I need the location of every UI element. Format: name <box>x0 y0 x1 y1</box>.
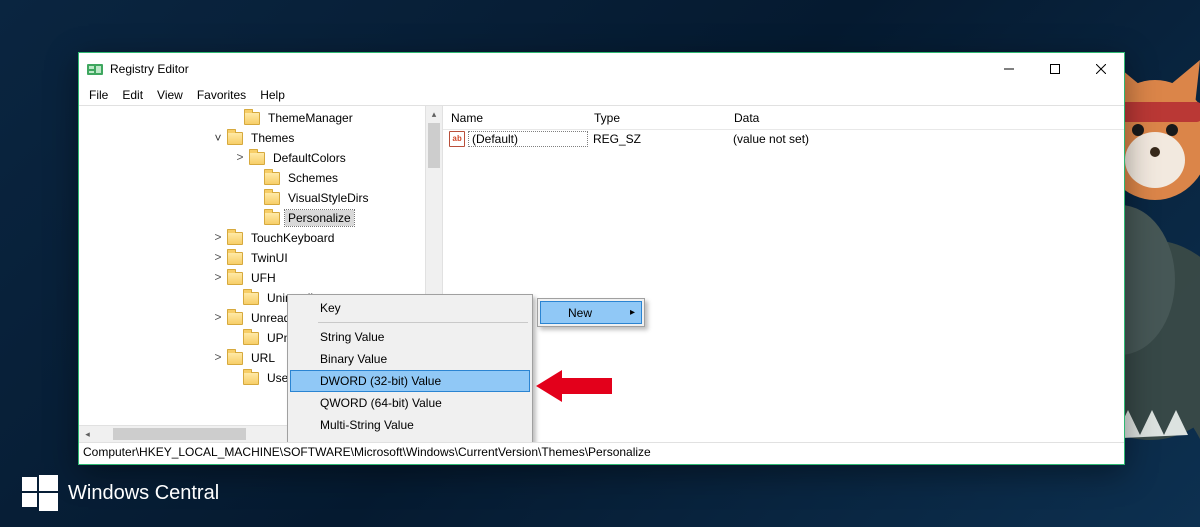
chevron-right-icon[interactable]: > <box>211 271 225 285</box>
context-menu-new: New ▸ <box>537 298 645 327</box>
ctx-item-label: New <box>568 306 592 320</box>
statusbar-path: Computer\HKEY_LOCAL_MACHINE\SOFTWARE\Mic… <box>79 442 1124 464</box>
reg-string-icon: ab <box>449 131 465 147</box>
ctx-item-label: String Value <box>320 330 384 344</box>
folder-icon <box>227 252 243 265</box>
folder-icon <box>249 152 265 165</box>
folder-icon <box>227 232 243 245</box>
menubar: File Edit View Favorites Help <box>79 84 1124 105</box>
chevron-right-icon[interactable]: > <box>211 311 225 325</box>
context-menu-new-types: Key String Value Binary Value DWORD (32-bit… <box>287 294 533 442</box>
scroll-left-arrow-icon[interactable]: ◂ <box>79 429 96 440</box>
menu-view[interactable]: View <box>150 86 190 104</box>
ctx-item-label: DWORD (32-bit) Value <box>320 374 441 388</box>
regedit-icon <box>87 61 103 77</box>
ctx-item-string-value[interactable]: String Value <box>290 326 530 348</box>
tree-node-label: Schemes <box>285 170 341 186</box>
tree-node-label: UFH <box>248 270 279 286</box>
tree-node-themes[interactable]: ˅ Themes <box>79 128 425 148</box>
menu-help[interactable]: Help <box>253 86 292 104</box>
menu-edit[interactable]: Edit <box>115 86 150 104</box>
watermark-text: Windows Central <box>68 482 219 505</box>
ctx-item-label: Multi-String Value <box>320 418 414 432</box>
tree-node-label: DefaultColors <box>270 150 349 166</box>
ctx-item-dword-32-bit-value[interactable]: DWORD (32-bit) Value <box>290 370 530 392</box>
ctx-item-new[interactable]: New ▸ <box>540 301 642 324</box>
value-type: REG_SZ <box>587 132 727 146</box>
list-body[interactable]: ab (Default)REG_SZ(value not set) <box>443 130 1124 148</box>
tree-node-label: VisualStyleDirs <box>285 190 371 206</box>
scroll-thumb[interactable] <box>428 123 440 168</box>
tree-node-personalize[interactable]: Personalize <box>79 208 425 228</box>
tree-node-label: Themes <box>248 130 297 146</box>
tree-node-visualstyledirs[interactable]: VisualStyleDirs <box>79 188 425 208</box>
tree-node-label: URL <box>248 350 278 366</box>
ctx-item-label: QWORD (64-bit) Value <box>320 396 442 410</box>
folder-icon <box>264 172 280 185</box>
folder-icon <box>243 372 259 385</box>
ctx-separator <box>318 322 528 323</box>
folder-icon <box>227 272 243 285</box>
tree-node-twinui[interactable]: > TwinUI <box>79 248 425 268</box>
ctx-item-expandable-string-value[interactable]: Expandable String Value <box>290 436 530 442</box>
col-header-type[interactable]: Type <box>586 111 726 125</box>
registry-editor-window: Registry Editor File Edit View Favorites… <box>78 52 1125 465</box>
tree-node-thememanager[interactable]: ThemeManager <box>79 108 425 128</box>
folder-icon <box>264 212 280 225</box>
chevron-right-icon[interactable]: > <box>211 351 225 365</box>
maximize-button[interactable] <box>1032 54 1078 84</box>
chevron-right-icon[interactable]: > <box>211 251 225 265</box>
folder-icon <box>227 312 243 325</box>
ctx-item-qword-64-bit-value[interactable]: QWORD (64-bit) Value <box>290 392 530 414</box>
windows-logo-icon <box>22 475 58 511</box>
tree-node-label: TwinUI <box>248 250 291 266</box>
chevron-right-icon[interactable]: > <box>211 231 225 245</box>
tree-node-schemes[interactable]: Schemes <box>79 168 425 188</box>
tree-node-defaultcolors[interactable]: > DefaultColors <box>79 148 425 168</box>
close-button[interactable] <box>1078 54 1124 84</box>
titlebar[interactable]: Registry Editor <box>79 53 1124 84</box>
menu-favorites[interactable]: Favorites <box>190 86 253 104</box>
folder-icon <box>243 292 259 305</box>
ctx-item-label: Binary Value <box>320 352 387 366</box>
col-header-name[interactable]: Name <box>443 111 586 125</box>
menu-file[interactable]: File <box>82 86 115 104</box>
folder-icon <box>243 332 259 345</box>
folder-icon <box>227 132 243 145</box>
value-row[interactable]: ab (Default)REG_SZ(value not set) <box>443 130 1124 148</box>
value-data: (value not set) <box>727 132 1124 146</box>
folder-icon <box>227 352 243 365</box>
col-header-data[interactable]: Data <box>726 111 1124 125</box>
minimize-button[interactable] <box>986 54 1032 84</box>
submenu-arrow-icon: ▸ <box>630 307 635 318</box>
tree-node-label: Personalize <box>285 210 354 226</box>
tree-node-label: ThemeManager <box>265 110 356 126</box>
ctx-item-label: Expandable String Value <box>320 440 451 442</box>
list-header: Name Type Data <box>443 106 1124 130</box>
tree-node-touchkeyboard[interactable]: > TouchKeyboard <box>79 228 425 248</box>
ctx-item-multi-string-value[interactable]: Multi-String Value <box>290 414 530 436</box>
tree-node-ufh[interactable]: > UFH <box>79 268 425 288</box>
watermark: Windows Central <box>22 475 219 511</box>
folder-icon <box>244 112 260 125</box>
scroll-up-arrow-icon[interactable]: ▴ <box>426 106 442 123</box>
values-list-pane: Name Type Data ab (Default)REG_SZ(value n… <box>443 106 1124 442</box>
chevron-down-icon[interactable]: ˅ <box>211 131 225 145</box>
value-name: (Default) <box>469 132 587 146</box>
tree-node-label: TouchKeyboard <box>248 230 337 246</box>
chevron-right-icon[interactable]: > <box>233 151 247 165</box>
window-title: Registry Editor <box>110 62 986 76</box>
ctx-item-binary-value[interactable]: Binary Value <box>290 348 530 370</box>
folder-icon <box>264 192 280 205</box>
ctx-item-key[interactable]: Key <box>290 297 530 319</box>
ctx-item-label: Key <box>320 301 341 315</box>
